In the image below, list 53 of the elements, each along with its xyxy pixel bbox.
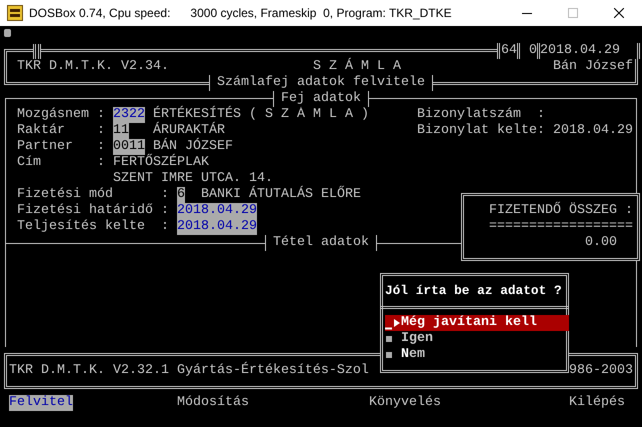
footer-years: 986-2003	[569, 363, 633, 379]
code-field[interactable]: 6	[177, 187, 185, 203]
field-label: Teljesítés kelte	[17, 219, 145, 235]
field-label: Partner	[17, 139, 73, 155]
section-title: Számlafej adatok felvitele	[209, 75, 433, 91]
field-label: Bizonylatszám	[417, 107, 521, 123]
field-label: Fizetési határidő	[17, 203, 153, 219]
separator: :	[97, 139, 105, 155]
dialog-option[interactable]: Igen	[385, 331, 569, 347]
separator: :	[161, 219, 169, 235]
dialog-option[interactable]: Még javítani kell	[385, 315, 569, 331]
code-field[interactable]: 2322	[113, 107, 145, 123]
menu-item[interactable]: Kilépés	[569, 395, 625, 411]
section-title: Fej adatok	[273, 91, 369, 107]
code-field[interactable]: 2018.04.29	[177, 219, 257, 235]
field-value: BANKI ÁTUTALÁS ELŐRE	[201, 187, 361, 203]
separator: :	[161, 187, 169, 203]
field-label: Cím	[17, 155, 41, 171]
document-type: S Z Á M L A	[313, 59, 401, 75]
code-field[interactable]: 2018.04.29	[177, 203, 257, 219]
field-label: Raktár	[17, 123, 65, 139]
field-value: SZENT IMRE UTCA. 14.	[113, 171, 273, 186]
separator: :	[97, 107, 105, 123]
field-value: ÁRURAKTÁR	[153, 123, 225, 138]
field-label: Bizonylat kelte	[417, 123, 537, 139]
separator: :	[97, 155, 105, 171]
field-value: BÁN JÓZSEF	[153, 139, 233, 154]
separator: :	[161, 203, 169, 219]
menu-item[interactable]: Felvitel	[9, 395, 73, 411]
menu-item[interactable]: Könyvelés	[369, 395, 441, 411]
counter: 64	[497, 43, 517, 59]
field-value: 2018.04.29	[553, 123, 633, 139]
window-title: DOSBox 0.74, Cpu speed: 3000 cycles, Frameskip 0, Program: TKR_DTKE	[29, 6, 453, 20]
dialog-option[interactable]: Nem	[385, 347, 569, 363]
dialog-question: Jól írta be az adatot ?	[385, 283, 562, 299]
separator: :	[97, 123, 105, 139]
field-value: FERTŐSZÉPLAK	[113, 155, 209, 171]
total-label: FIZETENDŐ ÖSSZEG :	[489, 203, 633, 219]
header-date: 2018.04.29	[537, 43, 620, 59]
total-rule: ==================	[489, 219, 633, 235]
menu-item[interactable]: Módosítás	[177, 395, 249, 411]
app-version: TKR D.M.T.K. V2.34.	[17, 59, 169, 75]
counter: 0	[517, 43, 537, 59]
section-title: Tétel adatok	[265, 235, 377, 251]
footer-text: TKR D.M.T.K. V2.32.1 Gyártás-Értékesítés-Szol	[9, 363, 369, 379]
total-amount: 0.00	[585, 235, 617, 251]
code-field[interactable]: 11	[113, 123, 129, 139]
code-field[interactable]: 0011	[113, 139, 145, 155]
field-label: Mozgásnem	[17, 107, 89, 123]
field-label: Fizetési mód	[17, 187, 113, 203]
separator: :	[537, 107, 545, 123]
user-name: Bán József	[553, 59, 633, 75]
separator: :	[537, 123, 545, 139]
